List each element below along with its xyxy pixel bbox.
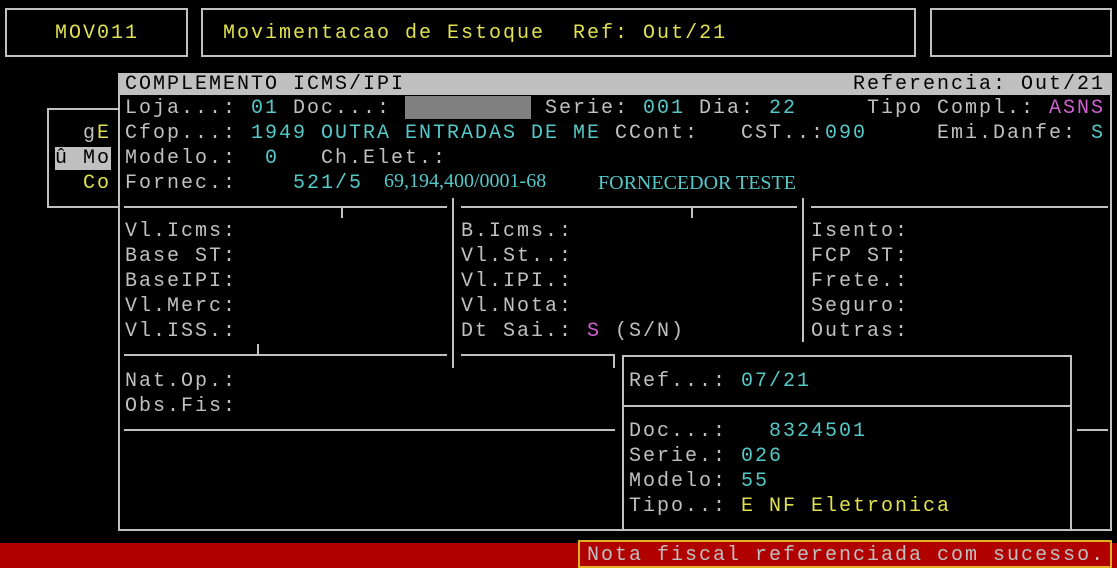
emi-danfe-value: S bbox=[1091, 122, 1106, 145]
b-icms-label: B.Icms.: bbox=[461, 220, 574, 243]
dt-sai-value: S bbox=[587, 320, 602, 343]
ref-value: 07/21 bbox=[741, 370, 812, 393]
nat-op-label: Nat.Op.: bbox=[125, 370, 238, 393]
background-menu-item-selected[interactable]: û Mo bbox=[55, 147, 112, 170]
window-reference: Referencia: Out/21 bbox=[853, 73, 1106, 96]
ref-modelo-value: 55 bbox=[741, 470, 770, 493]
cst-label: CST..: bbox=[741, 122, 826, 145]
vl-ipi-label: Vl.IPI.: bbox=[461, 270, 574, 293]
section-divider bbox=[124, 206, 447, 208]
dia-label: Dia: bbox=[699, 97, 756, 120]
loja-label: Loja...: bbox=[125, 97, 238, 120]
modelo-label: Modelo.: bbox=[125, 147, 238, 170]
outras-label: Outras: bbox=[811, 320, 910, 343]
ref-modelo-label: Modelo: bbox=[629, 470, 728, 493]
background-menu-item-hotkey[interactable]: E bbox=[97, 121, 111, 146]
tick-mark bbox=[691, 206, 693, 218]
fornec-cnpj: 69,194,400/0001-68 bbox=[384, 170, 547, 192]
modelo-value: 0 bbox=[265, 147, 280, 170]
section-divider bbox=[811, 206, 1108, 208]
terminal-screen: MOV011 Movimentacao de Estoque Ref: Out/… bbox=[0, 0, 1117, 568]
tipo-compl-label: Tipo Compl.: bbox=[867, 97, 1036, 120]
emi-danfe-label: Emi.Danfe: bbox=[937, 122, 1078, 145]
module-title: Movimentacao de Estoque Ref: Out/21 bbox=[223, 22, 728, 45]
ref-doc-label: Doc...: bbox=[629, 420, 728, 443]
vl-iss-label: Vl.ISS.: bbox=[125, 320, 238, 343]
serie-label: Serie: bbox=[545, 97, 630, 120]
cfop-label: Cfop...: bbox=[125, 122, 238, 145]
fornec-label: Fornec.: bbox=[125, 172, 238, 195]
ref-label: Ref...: bbox=[629, 370, 728, 393]
window-title: COMPLEMENTO ICMS/IPI bbox=[125, 73, 406, 96]
section-divider bbox=[1077, 429, 1108, 431]
fornec-name: FORNECEDOR TESTE bbox=[598, 172, 796, 194]
base-ipi-label: BaseIPI: bbox=[125, 270, 238, 293]
tipo-compl-value: ASNS bbox=[1049, 97, 1106, 120]
background-menu-item-prefix[interactable]: g bbox=[83, 121, 97, 146]
section-divider bbox=[124, 354, 447, 356]
isento-label: Isento: bbox=[811, 220, 910, 243]
dt-sai-label: Dt Sai.: bbox=[461, 320, 574, 343]
frete-label: Frete.: bbox=[811, 270, 910, 293]
column-separator bbox=[452, 198, 454, 368]
header-right-panel bbox=[930, 8, 1112, 57]
ccont-label: CCont: bbox=[615, 122, 700, 145]
section-divider bbox=[124, 429, 615, 431]
loja-value: 01 bbox=[251, 97, 280, 120]
ref-doc-value: 8324501 bbox=[769, 420, 868, 443]
seguro-label: Seguro: bbox=[811, 295, 910, 318]
status-message: Nota fiscal referenciada com sucesso. bbox=[587, 544, 1106, 567]
ref-tipo-value: E NF Eletronica bbox=[741, 495, 952, 518]
serie-value: 001 bbox=[643, 97, 686, 120]
column-separator bbox=[802, 198, 804, 342]
cst-value: 090 bbox=[825, 122, 868, 145]
tick-mark bbox=[257, 344, 259, 355]
ref-serie-value: 026 bbox=[741, 445, 784, 468]
ref-tipo-label: Tipo..: bbox=[629, 495, 728, 518]
section-divider bbox=[461, 354, 615, 356]
base-st-label: Base ST: bbox=[125, 245, 238, 268]
tick-mark bbox=[341, 206, 343, 218]
dt-sai-hint: (S/N) bbox=[615, 320, 686, 343]
vl-icms-label: Vl.Icms: bbox=[125, 220, 238, 243]
doc-input[interactable] bbox=[405, 96, 531, 119]
popup-divider bbox=[624, 405, 1070, 407]
cfop-value: 1949 OUTRA ENTRADAS DE ME bbox=[251, 122, 602, 145]
fornec-code: 521/5 bbox=[293, 172, 364, 195]
ref-serie-label: Serie.: bbox=[629, 445, 728, 468]
vl-nota-label: Vl.Nota: bbox=[461, 295, 574, 318]
obs-fis-label: Obs.Fis: bbox=[125, 395, 238, 418]
section-divider bbox=[461, 206, 797, 208]
vl-st-label: Vl.St..: bbox=[461, 245, 574, 268]
tick-mark bbox=[613, 354, 615, 368]
vl-merc-label: Vl.Merc: bbox=[125, 295, 238, 318]
background-menu-item[interactable]: Co bbox=[83, 171, 111, 196]
doc-label: Doc...: bbox=[293, 97, 392, 120]
ch-elet-label: Ch.Elet.: bbox=[321, 147, 448, 170]
fcp-st-label: FCP ST: bbox=[811, 245, 910, 268]
program-code: MOV011 bbox=[55, 22, 140, 45]
dia-value: 22 bbox=[769, 97, 798, 120]
